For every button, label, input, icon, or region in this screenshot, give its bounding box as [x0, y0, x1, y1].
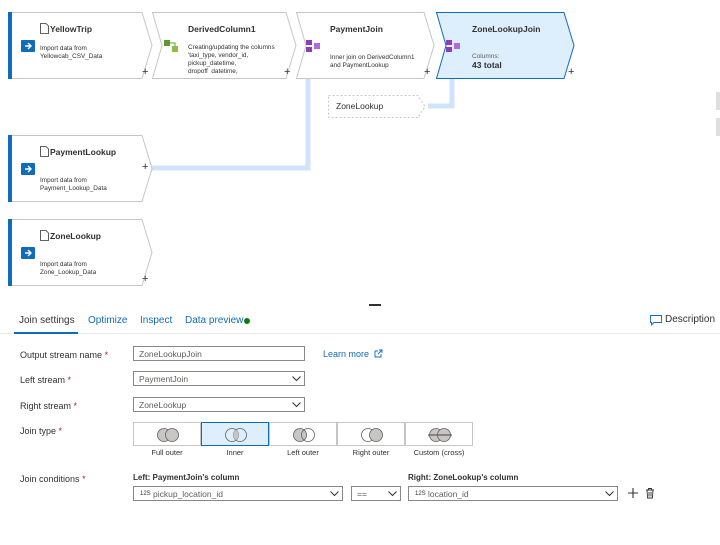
join-icon	[306, 40, 320, 52]
panel-resize-handle[interactable]	[369, 304, 381, 306]
node-paymentlookup[interactable]: PaymentLookup Import data from Payment_L…	[8, 135, 153, 202]
canvas-scroll-marker[interactable]	[716, 118, 720, 136]
node-title: YellowTrip	[50, 24, 93, 34]
node-description: Inner join on DerivedColumn1 and Payment…	[330, 54, 415, 69]
output-stream-label: Output stream name *	[20, 350, 109, 360]
left-column-header: Left: PaymentJoin's column	[133, 473, 240, 482]
description-label: Description	[665, 314, 716, 325]
right-column-value: location_id	[428, 489, 469, 499]
external-link-icon	[374, 349, 383, 358]
node-paymentjoin[interactable]: PaymentJoin Inner join on DerivedColumn1…	[296, 12, 436, 79]
join-type-full-outer[interactable]	[133, 422, 201, 446]
venn-cross-icon	[428, 428, 452, 442]
source-stripe	[8, 135, 12, 202]
join-type-right-outer[interactable]	[337, 422, 405, 446]
output-stream-input[interactable]: ZoneLookupJoin	[133, 346, 305, 361]
add-step-plus[interactable]: +	[142, 273, 148, 285]
status-dot	[244, 318, 250, 324]
canvas-scroll-marker[interactable]	[716, 92, 720, 110]
active-tab-underline	[14, 332, 78, 334]
derived-column-icon	[164, 40, 178, 52]
string-type-badge: 12S	[140, 491, 151, 497]
settings-tabs: Join settings Optimize Inspect Data prev…	[0, 308, 720, 334]
join-type-label: Join type *	[20, 426, 63, 436]
node-description: Creating/updating the columns 'taxi_type…	[188, 44, 275, 74]
join-type-label-left-outer: Left outer	[287, 448, 319, 457]
comment-icon	[650, 315, 662, 326]
node-description: Import data from Yellowcab_CSV_Data	[40, 45, 103, 60]
venn-full-outer-icon	[157, 428, 179, 442]
right-stream-value: ZoneLookup	[139, 400, 187, 410]
zonelookup-reference[interactable]: ZoneLookup	[328, 95, 426, 118]
add-step-plus[interactable]: +	[284, 66, 290, 78]
operator-select[interactable]: ==	[351, 486, 401, 501]
chevron-down-icon	[388, 491, 397, 497]
tab-data-preview[interactable]: Data preview	[185, 315, 243, 326]
node-description: Import data from Zone_Lookup_Data	[40, 261, 97, 276]
left-column-select[interactable]: 12S pickup_location_id	[133, 486, 343, 501]
source-icon	[21, 163, 35, 175]
columns-total: 43 total	[472, 61, 502, 69]
add-step-plus[interactable]: +	[142, 66, 148, 78]
join-conditions-label: Join conditions *	[20, 474, 86, 484]
node-yellowtrip[interactable]: YellowTrip Import data from Yellowcab_CS…	[8, 12, 153, 79]
left-stream-label: Left stream *	[20, 375, 72, 385]
string-type-badge: 12S	[415, 491, 426, 497]
left-column-value: pickup_location_id	[153, 489, 223, 499]
trash-icon[interactable]	[644, 487, 656, 499]
venn-right-outer-icon	[361, 428, 383, 442]
join-type-label-custom-cross: Custom (cross)	[413, 448, 465, 457]
tab-optimize[interactable]: Optimize	[88, 315, 127, 326]
source-icon	[21, 40, 35, 52]
chevron-down-icon	[605, 491, 614, 497]
tab-join-settings[interactable]: Join settings	[19, 315, 75, 326]
venn-left-outer-icon	[293, 428, 315, 442]
dataflow-canvas[interactable]: YellowTrip Import data from Yellowcab_CS…	[0, 0, 720, 300]
join-type-label-full-outer: Full outer	[151, 448, 183, 457]
node-title: ZoneLookupJoin	[472, 24, 541, 34]
columns-label: Columns:	[472, 53, 500, 60]
add-step-plus[interactable]: +	[424, 66, 430, 78]
document-icon	[40, 146, 49, 157]
left-stream-select[interactable]: PaymentJoin	[133, 371, 305, 386]
join-icon	[446, 40, 460, 52]
source-stripe	[8, 12, 12, 79]
chevron-down-icon	[330, 491, 339, 497]
document-icon	[40, 230, 49, 241]
node-title: ZoneLookup	[50, 231, 101, 241]
join-type-custom-cross[interactable]	[405, 422, 473, 446]
left-stream-value: PaymentJoin	[139, 374, 189, 384]
node-zonelookupjoin[interactable]: ZoneLookupJoin Columns: 43 total +	[436, 12, 578, 79]
add-step-plus[interactable]: +	[568, 66, 574, 78]
right-column-header: Right: ZoneLookup's column	[408, 473, 519, 482]
node-description: Import data from Payment_Lookup_Data	[40, 177, 107, 192]
source-icon	[21, 247, 35, 259]
chevron-down-icon	[292, 402, 301, 408]
add-step-plus[interactable]: +	[142, 161, 148, 173]
right-stream-label: Right stream *	[20, 401, 78, 411]
join-type-left-outer[interactable]	[269, 422, 337, 446]
right-stream-select[interactable]: ZoneLookup	[133, 397, 305, 412]
node-title: PaymentLookup	[50, 147, 117, 157]
join-type-label-right-outer: Right outer	[352, 448, 390, 457]
add-condition-icon[interactable]	[627, 487, 639, 499]
settings-panel: Join settings Optimize Inspect Data prev…	[0, 308, 720, 545]
operator-value: ==	[357, 489, 367, 499]
node-title: DerivedColumn1	[188, 24, 256, 34]
node-title: PaymentJoin	[330, 24, 383, 34]
zonelookup-reference-label: ZoneLookup	[336, 101, 384, 111]
venn-inner-icon	[225, 428, 247, 442]
join-type-inner[interactable]	[201, 422, 269, 446]
tab-inspect[interactable]: Inspect	[140, 315, 172, 326]
node-derivedcolumn1[interactable]: DerivedColumn1 Creating/updating the col…	[152, 12, 297, 79]
join-type-label-inner: Inner	[226, 448, 244, 457]
node-zonelookup[interactable]: ZoneLookup Import data from Zone_Lookup_…	[8, 219, 153, 286]
right-column-select[interactable]: 12S location_id	[408, 486, 618, 501]
source-stripe	[8, 219, 12, 286]
document-icon	[40, 23, 49, 34]
chevron-down-icon	[292, 376, 301, 382]
learn-more-link[interactable]: Learn more	[323, 349, 383, 359]
